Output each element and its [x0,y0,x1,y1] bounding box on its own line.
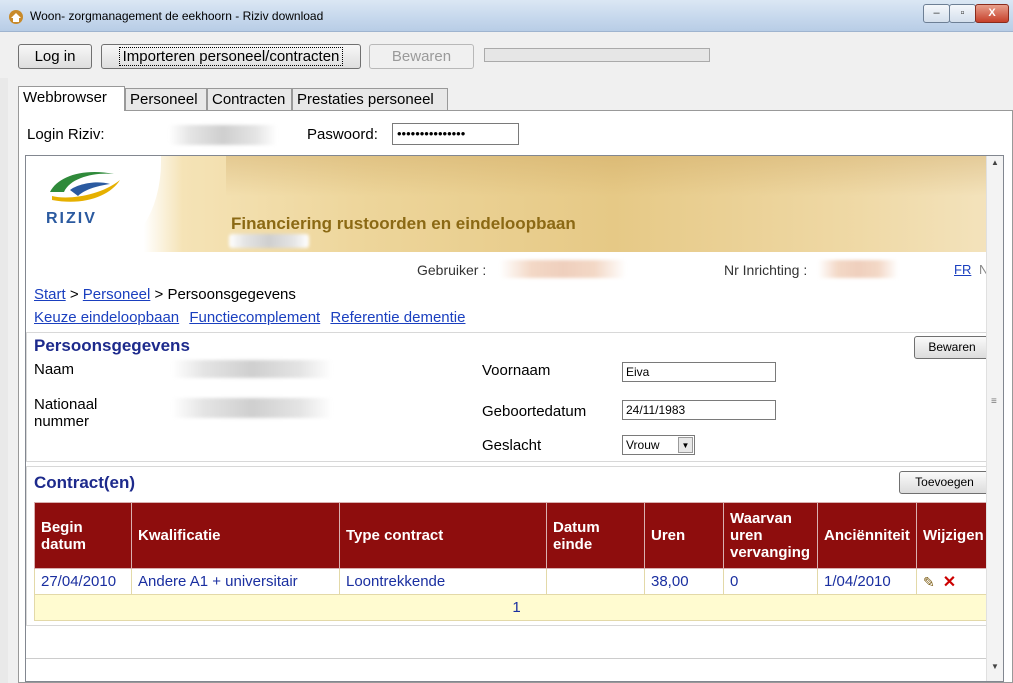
geslacht-select-value: Vrouw [626,438,660,452]
password-field[interactable]: ••••••••••••••• [392,123,519,145]
table-row: 27/04/2010 Andere A1 + universitair Loon… [34,568,999,595]
link-referentie-dementie[interactable]: Referentie dementie [330,309,465,326]
password-label: Paswoord: [307,126,378,143]
cell-kwalificatie: Andere A1 + universitair [131,568,340,595]
login-riziv-label: Login Riziv: [27,126,105,143]
delete-icon[interactable]: ✕ [943,574,956,591]
window-frame-left [0,78,8,683]
voornaam-label: Voornaam [482,362,551,379]
breadcrumb-current: Persoonsgegevens [167,286,296,303]
link-keuze-eindeloopbaan[interactable]: Keuze eindeloopbaan [34,309,179,326]
scroll-down-arrow-icon[interactable]: ▼ [989,662,1001,671]
tab-webbrowser[interactable]: Webbrowser [18,86,125,111]
pager-page-1[interactable]: 1 [34,594,999,621]
table-header-row: Begin datum Kwalificatie Type contract D… [34,502,999,569]
import-button-label: Importeren personeel/contracten [118,47,344,66]
naam-value-redacted [172,360,332,378]
persoonsgegevens-title: Persoonsgegevens [34,336,190,355]
import-button[interactable]: Importeren personeel/contracten [101,44,361,69]
bewaren-button[interactable]: Bewaren [914,336,990,359]
nationaal-nummer-value-redacted [172,398,332,418]
col-type-contract: Type contract [339,502,547,569]
chevron-down-icon[interactable]: ▼ [678,437,693,453]
geboortedatum-label: Geboortedatum [482,403,587,420]
riziv-banner: RIZIV Financiering rustoorden en eindelo… [26,156,1003,252]
scroll-up-arrow-icon[interactable]: ▲ [989,158,1001,167]
toolbar: Log in Importeren personeel/contracten B… [0,32,1013,78]
banner-title: Financiering rustoorden en eindeloopbaan [231,214,576,233]
riziv-logo-icon [50,172,120,202]
embedded-web-view: RIZIV Financiering rustoorden en eindelo… [25,155,1004,682]
page-footer [26,658,1003,681]
cell-uren: 38,00 [644,568,724,595]
link-functiecomplement[interactable]: Functiecomplement [189,309,320,326]
tab-contracten[interactable]: Contracten [207,88,292,110]
maximize-button[interactable]: ▫ [949,4,976,23]
voornaam-input[interactable]: Eiva [622,362,776,382]
login-button[interactable]: Log in [18,44,92,69]
col-vervanging: Waarvan uren vervanging [723,502,818,569]
window-title: Woon- zorgmanagement de eekhoorn - Riziv… [30,9,324,23]
inrichting-label: Nr Inrichting : [724,262,808,278]
nationaal-label-line2: nummer [34,413,90,430]
tab-panel-webbrowser: Login Riziv: Paswoord: ••••••••••••••• R… [18,110,1013,683]
login-riziv-field-redacted[interactable] [169,125,277,145]
geslacht-label: Geslacht [482,437,542,454]
contracten-title: Contract(en) [34,473,136,492]
minimize-button[interactable]: – [923,4,950,23]
cell-type-contract: Loontrekkende [339,568,547,595]
geboortedatum-input[interactable]: 24/11/1983 [622,400,776,420]
close-button[interactable]: X [975,4,1009,23]
breadcrumb-sep-1: > [69,286,79,303]
user-label: Gebruiker : [417,262,487,278]
pager-row: 1 [34,594,999,621]
cell-begin-datum: 27/04/2010 [34,568,132,595]
cell-datum-einde [546,568,645,595]
cell-vervanging: 0 [723,568,818,595]
title-bar: Woon- zorgmanagement de eekhoorn - Riziv… [0,0,1013,32]
toevoegen-button[interactable]: Toevoegen [899,471,990,494]
tab-prestaties-personeel[interactable]: Prestaties personeel [292,88,448,110]
scroll-grip-icon[interactable]: ≡ [991,396,997,407]
lang-fr-link[interactable]: FR [954,262,971,277]
banner-subtitle-redacted [229,234,309,248]
contracts-table: Begin datum Kwalificatie Type contract D… [34,502,999,621]
geslacht-select[interactable]: Vrouw ▼ [622,435,695,455]
col-begin-datum: Begin datum [34,502,132,569]
vertical-scrollbar[interactable]: ▲ ≡ ▼ [986,156,1003,681]
breadcrumb-start[interactable]: Start [34,286,66,303]
col-ancienniteit: Anciënniteit [817,502,917,569]
col-datum-einde: Datum einde [546,502,645,569]
nationaal-nummer-label: Nationaal nummer [34,396,97,430]
cell-ancienniteit: 1/04/2010 [817,568,917,595]
col-uren: Uren [644,502,724,569]
breadcrumb: Start > Personeel > Persoonsgegevens [34,286,296,303]
subnav-links: Keuze eindeloopbaan Functiecomplement Re… [34,309,471,326]
inrichting-value-redacted [818,260,898,278]
breadcrumb-personeel[interactable]: Personeel [83,286,151,303]
naam-label: Naam [34,361,75,378]
user-value-redacted [500,260,626,278]
pencil-icon[interactable]: ✎ [923,574,935,590]
progress-bar [484,48,710,62]
banner-photo [226,156,1003,196]
app-icon [8,9,24,25]
breadcrumb-sep-2: > [154,286,164,303]
save-button-disabled: Bewaren [369,44,474,69]
nationaal-label-line1: Nationaal [34,396,98,413]
col-kwalificatie: Kwalificatie [131,502,340,569]
tab-personeel[interactable]: Personeel [125,88,207,110]
riziv-logo-text: RIZIV [46,210,97,227]
